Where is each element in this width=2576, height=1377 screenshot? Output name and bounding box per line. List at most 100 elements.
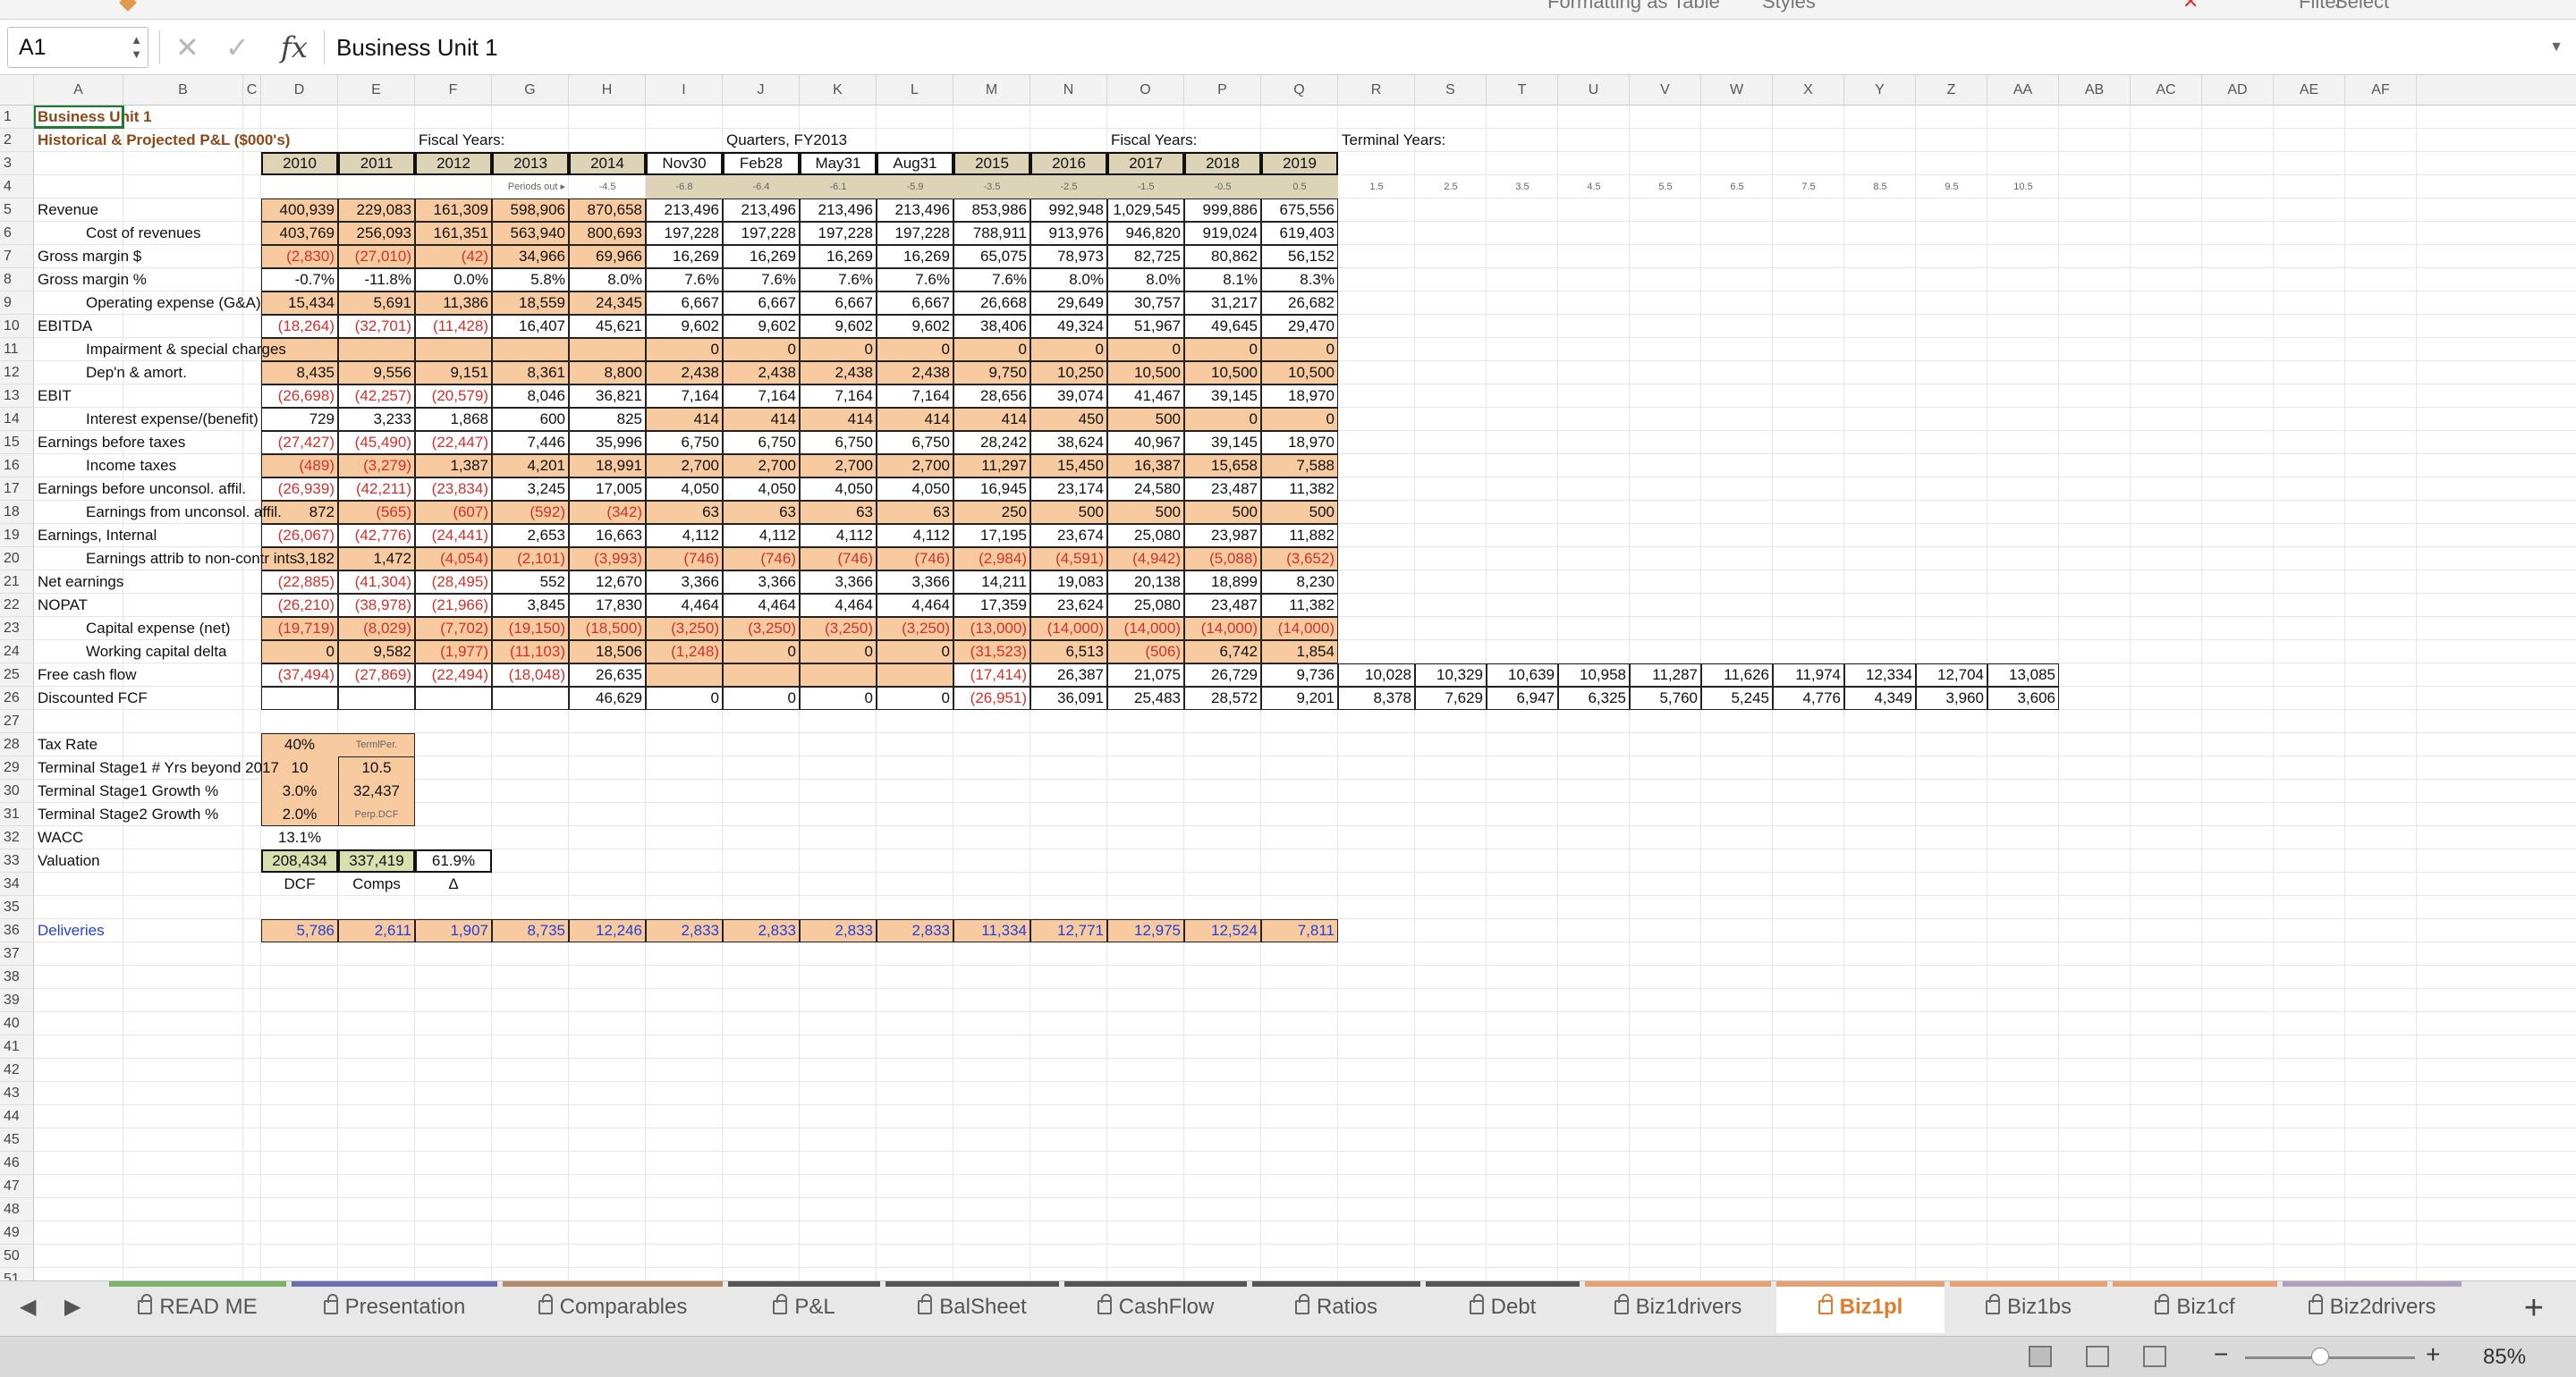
cell[interactable]: 500 [1107, 501, 1184, 524]
cell[interactable]: 0 [800, 687, 877, 710]
cell[interactable]: 17,195 [953, 524, 1030, 547]
row-header[interactable]: 43 [0, 1082, 34, 1105]
cell[interactable]: 16,269 [646, 245, 723, 268]
cell[interactable]: 0 [1184, 408, 1261, 431]
cell[interactable]: 6,750 [723, 431, 800, 454]
cell[interactable]: 4,050 [877, 477, 953, 501]
row-header[interactable]: 27 [0, 710, 34, 733]
zoom-in-button[interactable]: + [2426, 1340, 2440, 1369]
cell[interactable]: 4,776 [1773, 687, 1844, 710]
cell[interactable]: 0 [800, 640, 877, 663]
cell[interactable]: 69,966 [569, 245, 646, 268]
cell[interactable]: 18,970 [1261, 384, 1338, 408]
cell[interactable]: 39,145 [1184, 384, 1261, 408]
cell[interactable]: 10,500 [1107, 361, 1184, 384]
cell[interactable]: Fiscal Years: [415, 129, 569, 152]
cell[interactable]: WACC [34, 826, 261, 849]
cell[interactable]: 28,572 [1184, 687, 1261, 710]
sheet-tab[interactable]: Ratios [1252, 1281, 1420, 1333]
cell[interactable]: 3,245 [492, 477, 569, 501]
row-header[interactable]: 34 [0, 873, 34, 896]
column-header[interactable]: D [261, 75, 338, 106]
cell[interactable]: Interest expense/(benefit) [34, 408, 261, 431]
cell[interactable]: 9,201 [1261, 687, 1338, 710]
cell[interactable]: (45,490) [338, 431, 415, 454]
row-header[interactable]: 46 [0, 1152, 34, 1175]
fx-icon[interactable]: fx [281, 27, 308, 68]
cell[interactable]: 17,830 [569, 594, 646, 617]
cell[interactable]: (592) [492, 501, 569, 524]
row-header[interactable]: 7 [0, 245, 34, 268]
cell[interactable]: 5.8% [492, 268, 569, 291]
ribbon-styles[interactable]: Styles [1762, 0, 1816, 13]
cell[interactable]: 46,629 [569, 687, 646, 710]
cell[interactable]: 563,940 [492, 222, 569, 245]
cell[interactable]: 197,228 [800, 222, 877, 245]
cell[interactable]: EBIT [34, 384, 261, 408]
column-header[interactable]: S [1415, 75, 1487, 106]
cell[interactable]: 8.5 [1844, 175, 1916, 199]
cell[interactable]: 337,419 [338, 849, 415, 873]
cell[interactable]: (19,719) [261, 617, 338, 640]
cell[interactable]: 8,800 [569, 361, 646, 384]
cell[interactable]: 4,464 [800, 594, 877, 617]
cell[interactable]: Tax Rate [34, 733, 261, 756]
cell[interactable]: 5,760 [1630, 687, 1701, 710]
cell[interactable]: 23,174 [1030, 477, 1107, 501]
column-header[interactable]: Z [1916, 75, 1987, 106]
cell[interactable]: (746) [877, 547, 953, 570]
cell[interactable]: Revenue [34, 199, 261, 222]
cell[interactable]: 0.0% [415, 268, 492, 291]
cell[interactable]: EBITDA [34, 315, 261, 338]
cell[interactable]: (24,441) [415, 524, 492, 547]
column-header[interactable]: AF [2345, 75, 2417, 106]
name-box-stepper-icon[interactable]: ▲ ▼ [131, 33, 142, 62]
normal-view-icon[interactable] [2029, 1346, 2052, 1367]
cell[interactable]: 4.5 [1558, 175, 1630, 199]
cell[interactable]: 7,629 [1415, 687, 1487, 710]
row-header[interactable]: 28 [0, 733, 34, 756]
cell[interactable]: 38,624 [1030, 431, 1107, 454]
cell[interactable]: (37,494) [261, 663, 338, 687]
cell[interactable]: 0 [877, 687, 953, 710]
cell[interactable]: 16,269 [877, 245, 953, 268]
cell[interactable]: 26,729 [1184, 663, 1261, 687]
cell[interactable]: 19,083 [1030, 570, 1107, 594]
cell[interactable]: 2,438 [800, 361, 877, 384]
row-header[interactable]: 48 [0, 1198, 34, 1221]
column-header[interactable]: J [723, 75, 800, 106]
cell[interactable]: Valuation [34, 849, 261, 873]
cell[interactable]: 9,602 [646, 315, 723, 338]
cell[interactable]: 4,201 [492, 454, 569, 477]
cell[interactable]: 9,750 [953, 361, 1030, 384]
cell[interactable]: Working capital delta [34, 640, 261, 663]
cell[interactable]: 78,973 [1030, 245, 1107, 268]
cell[interactable]: 45,621 [569, 315, 646, 338]
cell[interactable]: Aug31 [877, 152, 953, 175]
cell[interactable]: 11,974 [1773, 663, 1844, 687]
cell[interactable]: 4,050 [723, 477, 800, 501]
cell[interactable]: 63 [800, 501, 877, 524]
cell[interactable]: 853,986 [953, 199, 1030, 222]
cell[interactable]: 23,624 [1030, 594, 1107, 617]
row-header[interactable]: 3 [0, 152, 34, 175]
row-header[interactable]: 33 [0, 849, 34, 873]
cell[interactable]: 12,334 [1844, 663, 1916, 687]
cell[interactable]: 2019 [1261, 152, 1338, 175]
cell[interactable]: 11,882 [1261, 524, 1338, 547]
cell[interactable]: Feb28 [723, 152, 800, 175]
cell[interactable]: 1,029,545 [1107, 199, 1184, 222]
cell[interactable]: 197,228 [877, 222, 953, 245]
cell[interactable]: 4,464 [877, 594, 953, 617]
cell[interactable]: (14,000) [1261, 617, 1338, 640]
cell[interactable]: (22,447) [415, 431, 492, 454]
cell[interactable]: 403,769 [261, 222, 338, 245]
cell[interactable]: -11.8% [338, 268, 415, 291]
cell[interactable]: (42,257) [338, 384, 415, 408]
cell[interactable]: (4,054) [415, 547, 492, 570]
cell[interactable]: Deliveries [34, 919, 261, 942]
cell[interactable]: 35,996 [569, 431, 646, 454]
cell[interactable]: 80,862 [1184, 245, 1261, 268]
cell[interactable]: (4,591) [1030, 547, 1107, 570]
cell[interactable]: 250 [953, 501, 1030, 524]
